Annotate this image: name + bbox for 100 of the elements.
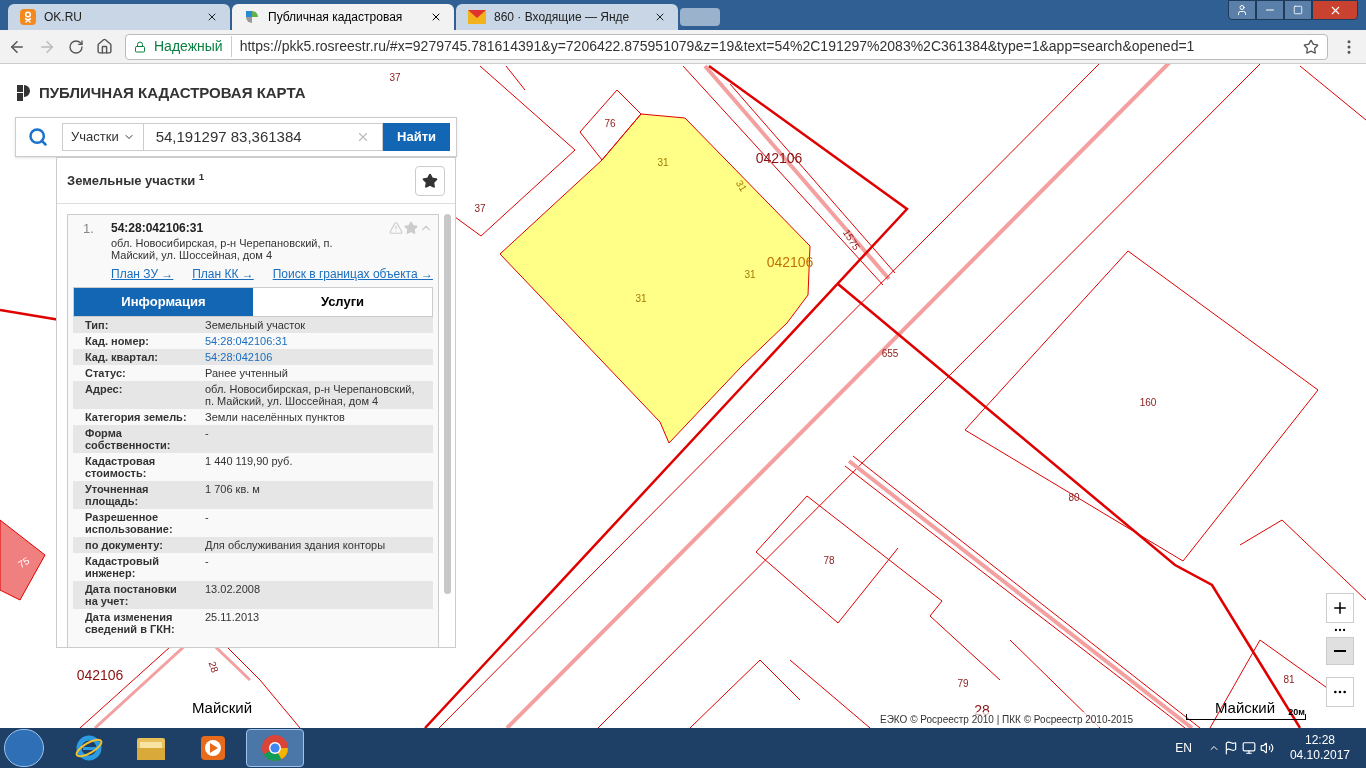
field-label: Кадастровый инженер: bbox=[85, 555, 160, 579]
result-address: обл. Новосибирская, р-н Черепановский, п. Майский, ул. Шоссейная, дом 4 bbox=[111, 237, 334, 261]
map-label: 75 bbox=[16, 555, 32, 571]
maximize-button[interactable] bbox=[1284, 0, 1312, 20]
star-icon bbox=[422, 172, 438, 189]
field-value: Ранее учтенный bbox=[205, 367, 288, 379]
field-value: 13.02.2008 bbox=[205, 583, 261, 597]
field-value: - bbox=[205, 555, 209, 569]
map-label: 042106 bbox=[76, 668, 124, 682]
field-label: Дата постановки на учет: bbox=[85, 583, 178, 607]
flag-icon[interactable] bbox=[1223, 741, 1238, 755]
url-text: https://pkk5.rosreestr.ru/#x=9279745.781614391&y=7206422.875951079&z=19&text=54%2C191297%2083%2C361384&type=1&app=search&opened=1 bbox=[239, 37, 1196, 56]
network-icon[interactable] bbox=[1241, 741, 1256, 755]
start-button[interactable] bbox=[4, 729, 44, 767]
field-value[interactable]: 54:28:042106:31 bbox=[205, 335, 288, 347]
minimize-button[interactable] bbox=[1256, 0, 1284, 20]
field-value: - bbox=[205, 427, 209, 441]
map-label: 160 bbox=[1139, 398, 1157, 408]
field-value: 1 706 кв. м bbox=[205, 483, 260, 497]
browser-tab[interactable]: 860 · Входящие — Янде bbox=[456, 4, 678, 30]
results-heading: Земельные участки $^{1}$ bbox=[67, 170, 205, 190]
close-icon[interactable] bbox=[430, 11, 442, 23]
map-label: 81 bbox=[1283, 675, 1295, 685]
browser-tab[interactable]: OK.RU bbox=[8, 4, 230, 30]
result-link[interactable]: План ЗУ → bbox=[111, 265, 174, 283]
search-icon[interactable] bbox=[28, 127, 48, 147]
map-label: 79 bbox=[957, 679, 969, 689]
tab-title: 860 · Входящие — Янде bbox=[494, 9, 631, 26]
map-label: 37 bbox=[389, 73, 401, 83]
bookmark-star-icon[interactable] bbox=[1303, 38, 1319, 55]
person-icon bbox=[1236, 4, 1248, 16]
result-number: 1. bbox=[83, 220, 95, 238]
category-dropdown[interactable]: Участки bbox=[62, 123, 144, 151]
app-title: ПУБЛИЧНАЯ КАДАСТРОВАЯ КАРТА bbox=[39, 83, 306, 103]
map-label: 28 bbox=[206, 660, 220, 674]
field-label: Форма собственности: bbox=[85, 427, 172, 451]
result-link[interactable]: Поиск в границах объекта → bbox=[272, 265, 433, 283]
zoom-in-button[interactable] bbox=[1326, 593, 1354, 623]
profile-button[interactable] bbox=[1228, 0, 1256, 20]
close-icon[interactable] bbox=[654, 11, 666, 23]
chrome-icon bbox=[260, 733, 290, 763]
search-field[interactable]: 54,191297 83,361384 bbox=[143, 123, 384, 151]
envelope-icon bbox=[468, 10, 486, 24]
field-value: 25.11.2013 bbox=[205, 611, 260, 625]
map-label: 78 bbox=[823, 556, 835, 566]
field-label: Адрес: bbox=[85, 383, 124, 397]
map-label: 31 bbox=[657, 158, 669, 168]
field-label: Категория земель: bbox=[85, 411, 188, 423]
ok-logo-icon bbox=[20, 9, 36, 25]
browser-e-icon bbox=[74, 733, 104, 763]
field-value: Земельный участок bbox=[205, 319, 306, 331]
tab-title: OK.RU bbox=[44, 9, 83, 26]
close-button[interactable] bbox=[1312, 0, 1358, 20]
browser-tab[interactable]: Публичная кадастровая bbox=[232, 4, 454, 30]
field-label: Уточненная площадь: bbox=[85, 483, 150, 507]
field-value: 1 440 119,90 руб. bbox=[205, 455, 293, 469]
map-label: 31 bbox=[635, 294, 647, 304]
search-button[interactable]: Найти bbox=[383, 123, 450, 151]
map-label: 37 bbox=[474, 204, 486, 214]
info-tab[interactable]: Услуги bbox=[253, 288, 432, 316]
map-label: Майский bbox=[191, 699, 253, 715]
minus-icon bbox=[1334, 650, 1346, 652]
field-label: Тип: bbox=[85, 319, 110, 331]
field-label: Кад. номер: bbox=[85, 335, 150, 347]
info-tab[interactable]: Информация bbox=[74, 288, 253, 316]
map-label: 76 bbox=[604, 119, 616, 129]
field-value[interactable]: 54:28:042106 bbox=[205, 351, 273, 363]
lock-icon bbox=[134, 40, 146, 53]
map-label: 31 bbox=[733, 178, 749, 194]
clock[interactable]: 12:28 04.10.2017 bbox=[1277, 733, 1362, 763]
zoom-out-button[interactable] bbox=[1326, 637, 1354, 665]
close-icon[interactable] bbox=[206, 11, 218, 23]
star-icon[interactable] bbox=[404, 221, 418, 235]
speaker-icon[interactable] bbox=[1259, 741, 1274, 755]
plus-icon bbox=[1331, 599, 1349, 617]
language-indicator[interactable]: EN bbox=[1175, 739, 1192, 757]
media-player-icon bbox=[198, 733, 228, 763]
favorites-button[interactable] bbox=[415, 165, 445, 196]
tab-title: Публичная кадастровая bbox=[268, 9, 404, 26]
field-label: Статус: bbox=[85, 367, 127, 379]
map-logo-icon bbox=[244, 9, 260, 25]
home-icon[interactable] bbox=[96, 38, 113, 55]
field-label: Кадастровая стоимость: bbox=[85, 455, 157, 479]
scrollbar-thumb[interactable] bbox=[444, 214, 451, 594]
field-value: - bbox=[205, 511, 209, 525]
field-label: Дата изменения сведений в ГКН: bbox=[85, 611, 176, 635]
maximize-icon bbox=[1293, 5, 1303, 15]
field-label: Разрешенное использование: bbox=[85, 511, 174, 535]
field-label: по документу: bbox=[85, 539, 164, 551]
map-label: 655 bbox=[881, 349, 899, 359]
cadastral-number[interactable]: 54:28:042106:31 bbox=[111, 219, 204, 237]
map-label: 31 bbox=[744, 270, 756, 280]
address-field[interactable]: Надежный https://pkk5.rosreestr.ru/#x=9279745.781614391&y=7206422.875951079&z=19&text=54%2C191297%2083%2C361384&type=1&app=search&opened=1 bbox=[125, 33, 1328, 60]
result-link[interactable]: План КК → bbox=[192, 265, 254, 283]
field-value: обл. Новосибирская, р-н Черепановский, п. Майский, ул. Шоссейная, дом 4 bbox=[205, 383, 416, 407]
security-label: Надежный bbox=[154, 36, 232, 57]
field-value: Земли населённых пунктов bbox=[205, 411, 345, 423]
map-logo-icon bbox=[15, 83, 31, 104]
field-value: Для обслуживания здания конторы bbox=[205, 539, 386, 551]
reload-icon[interactable] bbox=[68, 38, 84, 55]
